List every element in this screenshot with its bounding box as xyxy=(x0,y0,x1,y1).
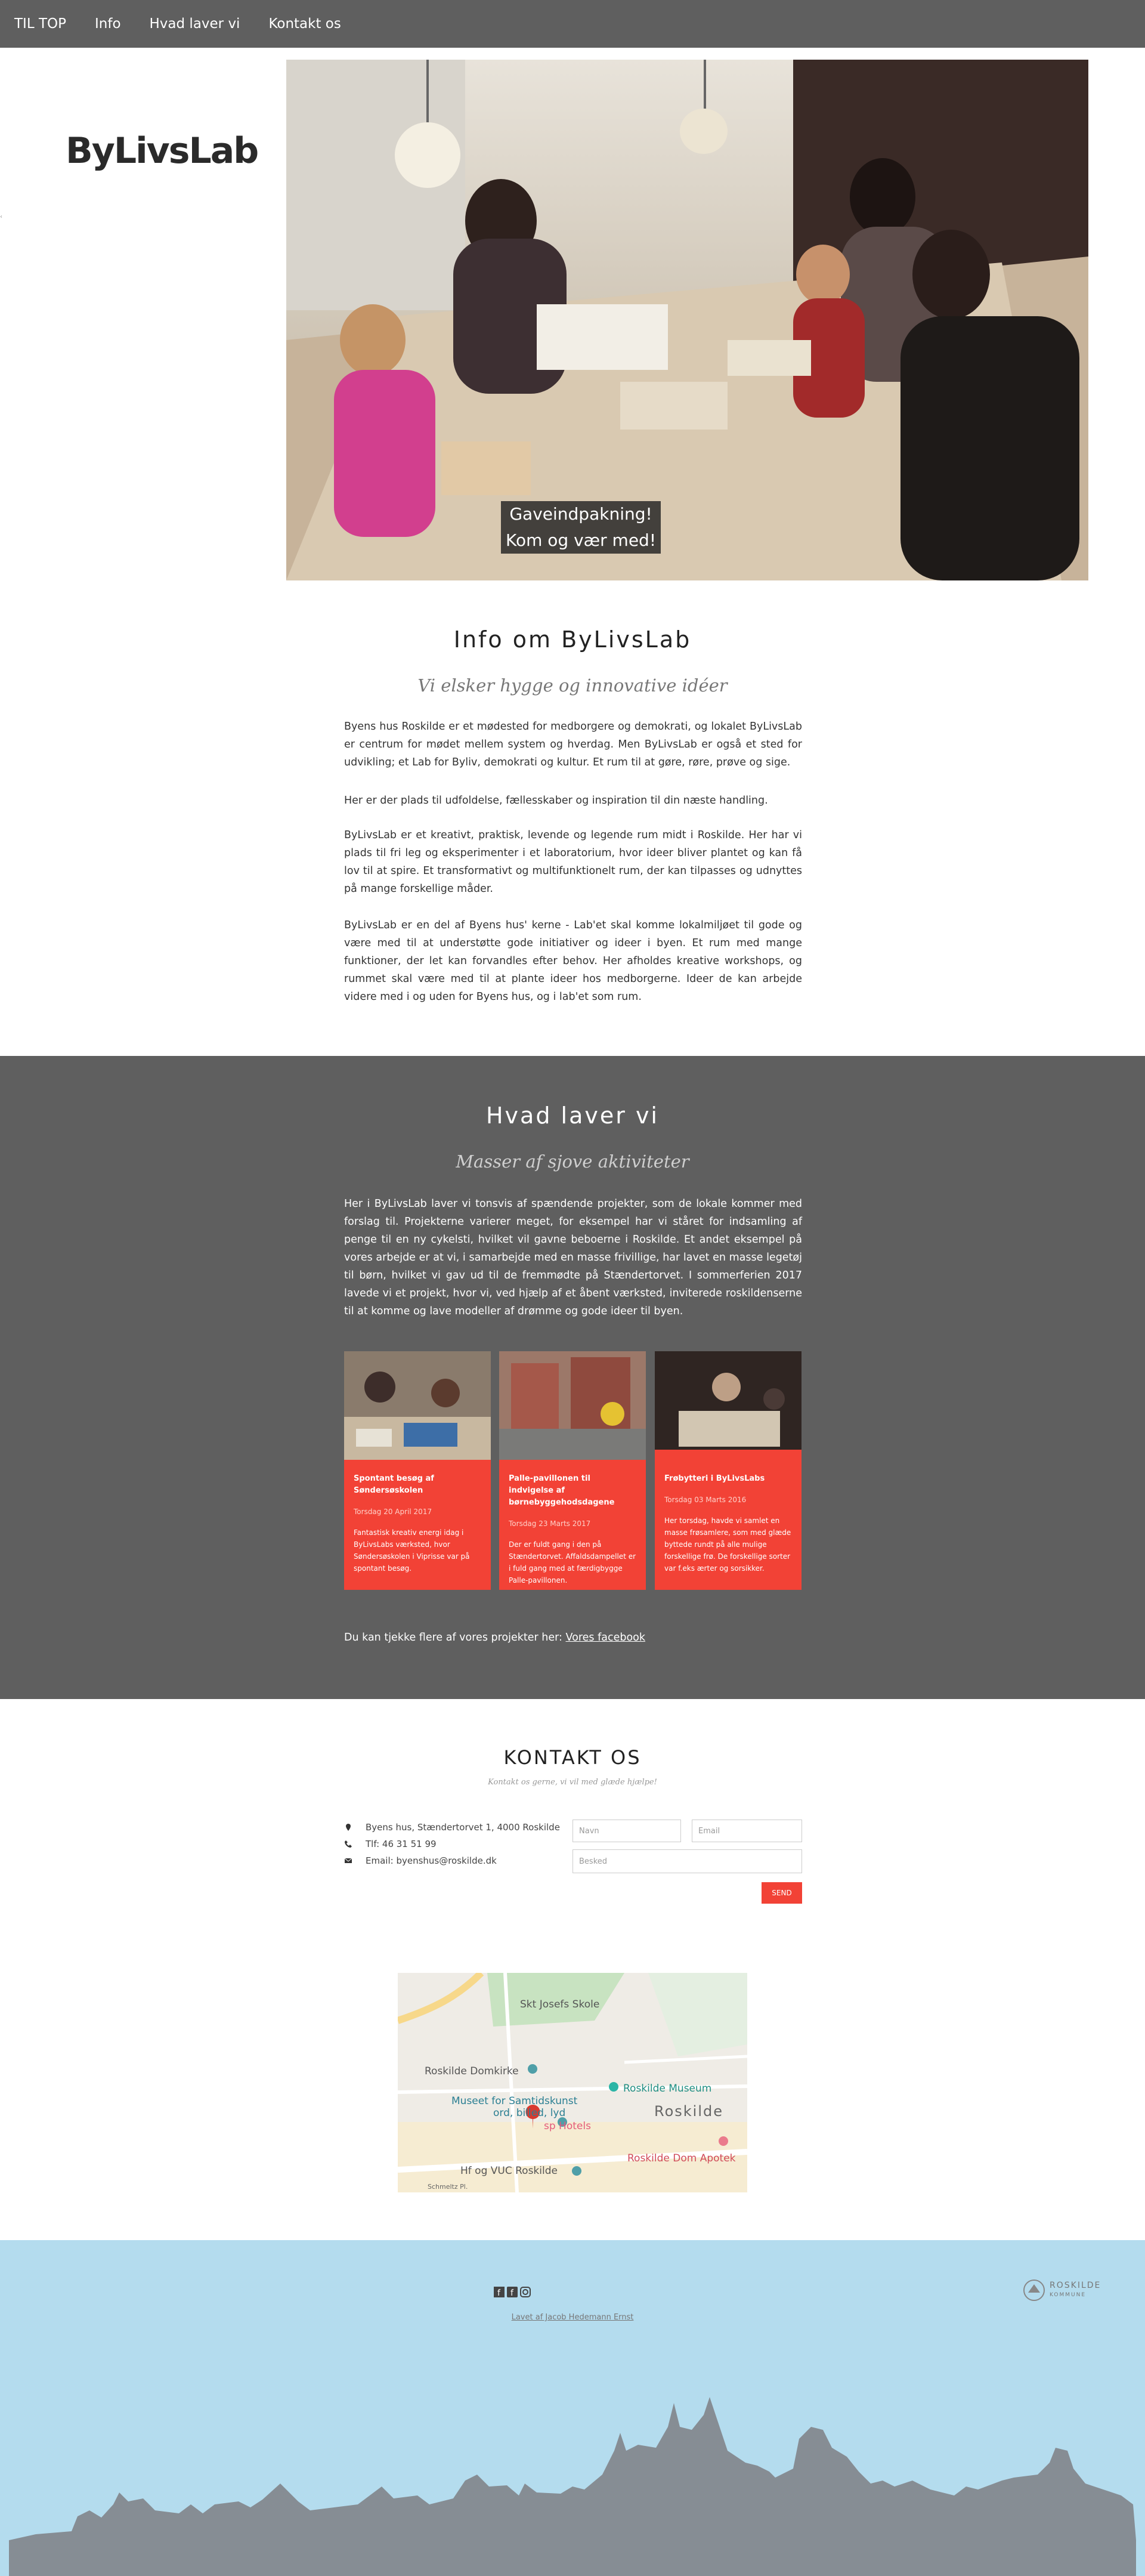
map-label-cathedral: Roskilde Domkirke xyxy=(425,2065,519,2077)
hero-caption: Gaveindpakning! Kom og vær med! xyxy=(501,501,661,554)
hero-image: Gaveindpakning! Kom og vær med! xyxy=(286,60,1088,580)
location-map[interactable]: Skt Josefs Skole Roskilde Domkirke Roski… xyxy=(398,1973,747,2192)
nav-hvad-laver-vi[interactable]: Hvad laver vi xyxy=(150,16,240,32)
email-input[interactable]: Email xyxy=(692,1820,802,1842)
contact-email: Email: byenshus@roskilde.dk xyxy=(344,1855,497,1866)
send-button[interactable]: SEND xyxy=(762,1882,802,1904)
roskilde-kommune-logo: ROSKILDE KOMMUNE xyxy=(1022,2278,1101,2302)
map-label-vuc: Hf og VUC Roskilde xyxy=(460,2165,558,2177)
activity-card-date: Torsdag 03 Marts 2016 xyxy=(664,1496,747,1504)
roskilde-crest-icon xyxy=(1023,2280,1045,2301)
message-input[interactable]: Besked xyxy=(572,1849,802,1873)
activity-card-image xyxy=(499,1351,646,1460)
map-label-samtidskunst: Museet for Samtidskunst xyxy=(451,2095,578,2107)
activity-card-text: Her torsdag, havde vi samlet en masse fr… xyxy=(664,1516,791,1573)
map-label-city: Roskilde xyxy=(654,2103,723,2120)
activities-paragraph: Her i ByLivsLab laver vi tonsvis af spæn… xyxy=(344,1198,802,1317)
hero-caption-line2: Kom og vær med! xyxy=(506,530,657,550)
activity-card-date: Torsdag 20 April 2017 xyxy=(354,1508,432,1516)
contact-email-text: Email: byenshus@roskilde.dk xyxy=(366,1855,497,1866)
activity-card-2[interactable]: Palle-pavillonen til indvigelse af børne… xyxy=(499,1351,646,1590)
side-arrow-icon: ‹ xyxy=(0,214,2,220)
map-marker-icon xyxy=(346,1824,351,1831)
nav-kontakt-os[interactable]: Kontakt os xyxy=(268,16,341,32)
activity-card-text: Fantastisk kreativ energi idag i ByLivsL… xyxy=(354,1528,470,1573)
roskilde-skyline xyxy=(9,2397,1136,2576)
activity-card-image xyxy=(655,1351,802,1450)
map-label-samtidskunst-2: ord, billed, lyd xyxy=(493,2107,565,2119)
facebook-link[interactable]: Vores facebook xyxy=(566,1632,646,1644)
info-paragraph-2: Her er der plads til udfoldelse, fælless… xyxy=(344,795,768,807)
activities-subtitle: Masser af sjove aktiviteter xyxy=(456,1151,689,1172)
activity-card-image xyxy=(344,1351,491,1460)
facebook-icon[interactable]: f xyxy=(507,2287,518,2297)
activity-card-text: Der er fuldt gang i den på Stændertorvet… xyxy=(509,1540,636,1584)
map-graphic: Skt Josefs Skole Roskilde Domkirke Roski… xyxy=(398,1973,747,2192)
map-label-museum: Roskilde Museum xyxy=(623,2083,711,2095)
activity-card-3[interactable]: Frøbytteri i ByLivsLabs Torsdag 03 Marts… xyxy=(655,1351,802,1590)
contact-subtitle: Kontakt os gerne, vi vil med glæde hjælp… xyxy=(488,1778,657,1787)
contact-phone: Tlf: 46 31 51 99 xyxy=(344,1839,437,1849)
facebook-link-line: Du kan tjekke flere af vores projekter h… xyxy=(344,1632,645,1644)
kommune-bottom-text: KOMMUNE xyxy=(1050,2292,1087,2298)
hero-photo xyxy=(286,60,1088,580)
map-label-street: Schmeltz Pl. xyxy=(428,2183,468,2191)
map-label-school: Skt Josefs Skole xyxy=(520,1999,599,2010)
nav-til-top[interactable]: TIL TOP xyxy=(14,16,66,32)
nav-info[interactable]: Info xyxy=(95,16,121,32)
activity-card-date: Torsdag 23 Marts 2017 xyxy=(509,1519,591,1528)
footer: f f Lavet af Jacob Hedemann Ernst ROSKIL… xyxy=(0,2240,1145,2576)
hero-caption-line1: Gaveindpakning! xyxy=(509,504,652,524)
envelope-icon xyxy=(344,1858,352,1863)
map-label-hotels: sp Hotels xyxy=(544,2120,591,2132)
info-paragraph-4: ByLivsLab er en del af Byens hus' kerne … xyxy=(344,919,802,1003)
contact-phone-text: Tlf: 46 31 51 99 xyxy=(366,1839,437,1849)
bylivslab-logo: ByLivsLab xyxy=(66,130,259,172)
name-input[interactable]: Navn xyxy=(572,1820,681,1842)
contact-title: KONTAKT OS xyxy=(503,1746,642,1769)
facebook-link-prefix: Du kan tjekke flere af vores projekter h… xyxy=(344,1632,562,1644)
social-icons: f f xyxy=(494,2287,531,2297)
activity-card-title: Palle-pavillonen til indvigelse af børne… xyxy=(509,1474,615,1507)
top-navbar: TIL TOP Info Hvad laver vi Kontakt os xyxy=(0,0,1145,48)
info-paragraph-3: ByLivsLab er et kreativt, praktisk, leve… xyxy=(344,829,802,895)
contact-address-text: Byens hus, Stændertorvet 1, 4000 Roskild… xyxy=(366,1822,560,1833)
facebook-square-icon[interactable]: f xyxy=(494,2287,505,2297)
info-subtitle: Vi elsker hygge og innovative idéer xyxy=(417,675,728,696)
info-title: Info om ByLivsLab xyxy=(453,626,692,653)
info-paragraph-1: Byens hus Roskilde er et mødested for me… xyxy=(344,721,802,768)
kommune-top-text: ROSKILDE xyxy=(1050,2281,1101,2290)
instagram-icon[interactable] xyxy=(520,2287,531,2297)
phone-icon xyxy=(345,1840,352,1848)
activity-card-title: Spontant besøg af Søndersøskolen xyxy=(354,1474,434,1495)
contact-address: Byens hus, Stændertorvet 1, 4000 Roskild… xyxy=(344,1822,560,1833)
activity-card-1[interactable]: Spontant besøg af Søndersøskolen Torsdag… xyxy=(344,1351,491,1590)
footer-credit[interactable]: Lavet af Jacob Hedemann Ernst xyxy=(0,2313,1145,2322)
map-label-apotek: Roskilde Dom Apotek xyxy=(627,2152,736,2164)
activity-card-title: Frøbytteri i ByLivsLabs xyxy=(664,1474,765,1483)
activities-title: Hvad laver vi xyxy=(485,1102,659,1129)
